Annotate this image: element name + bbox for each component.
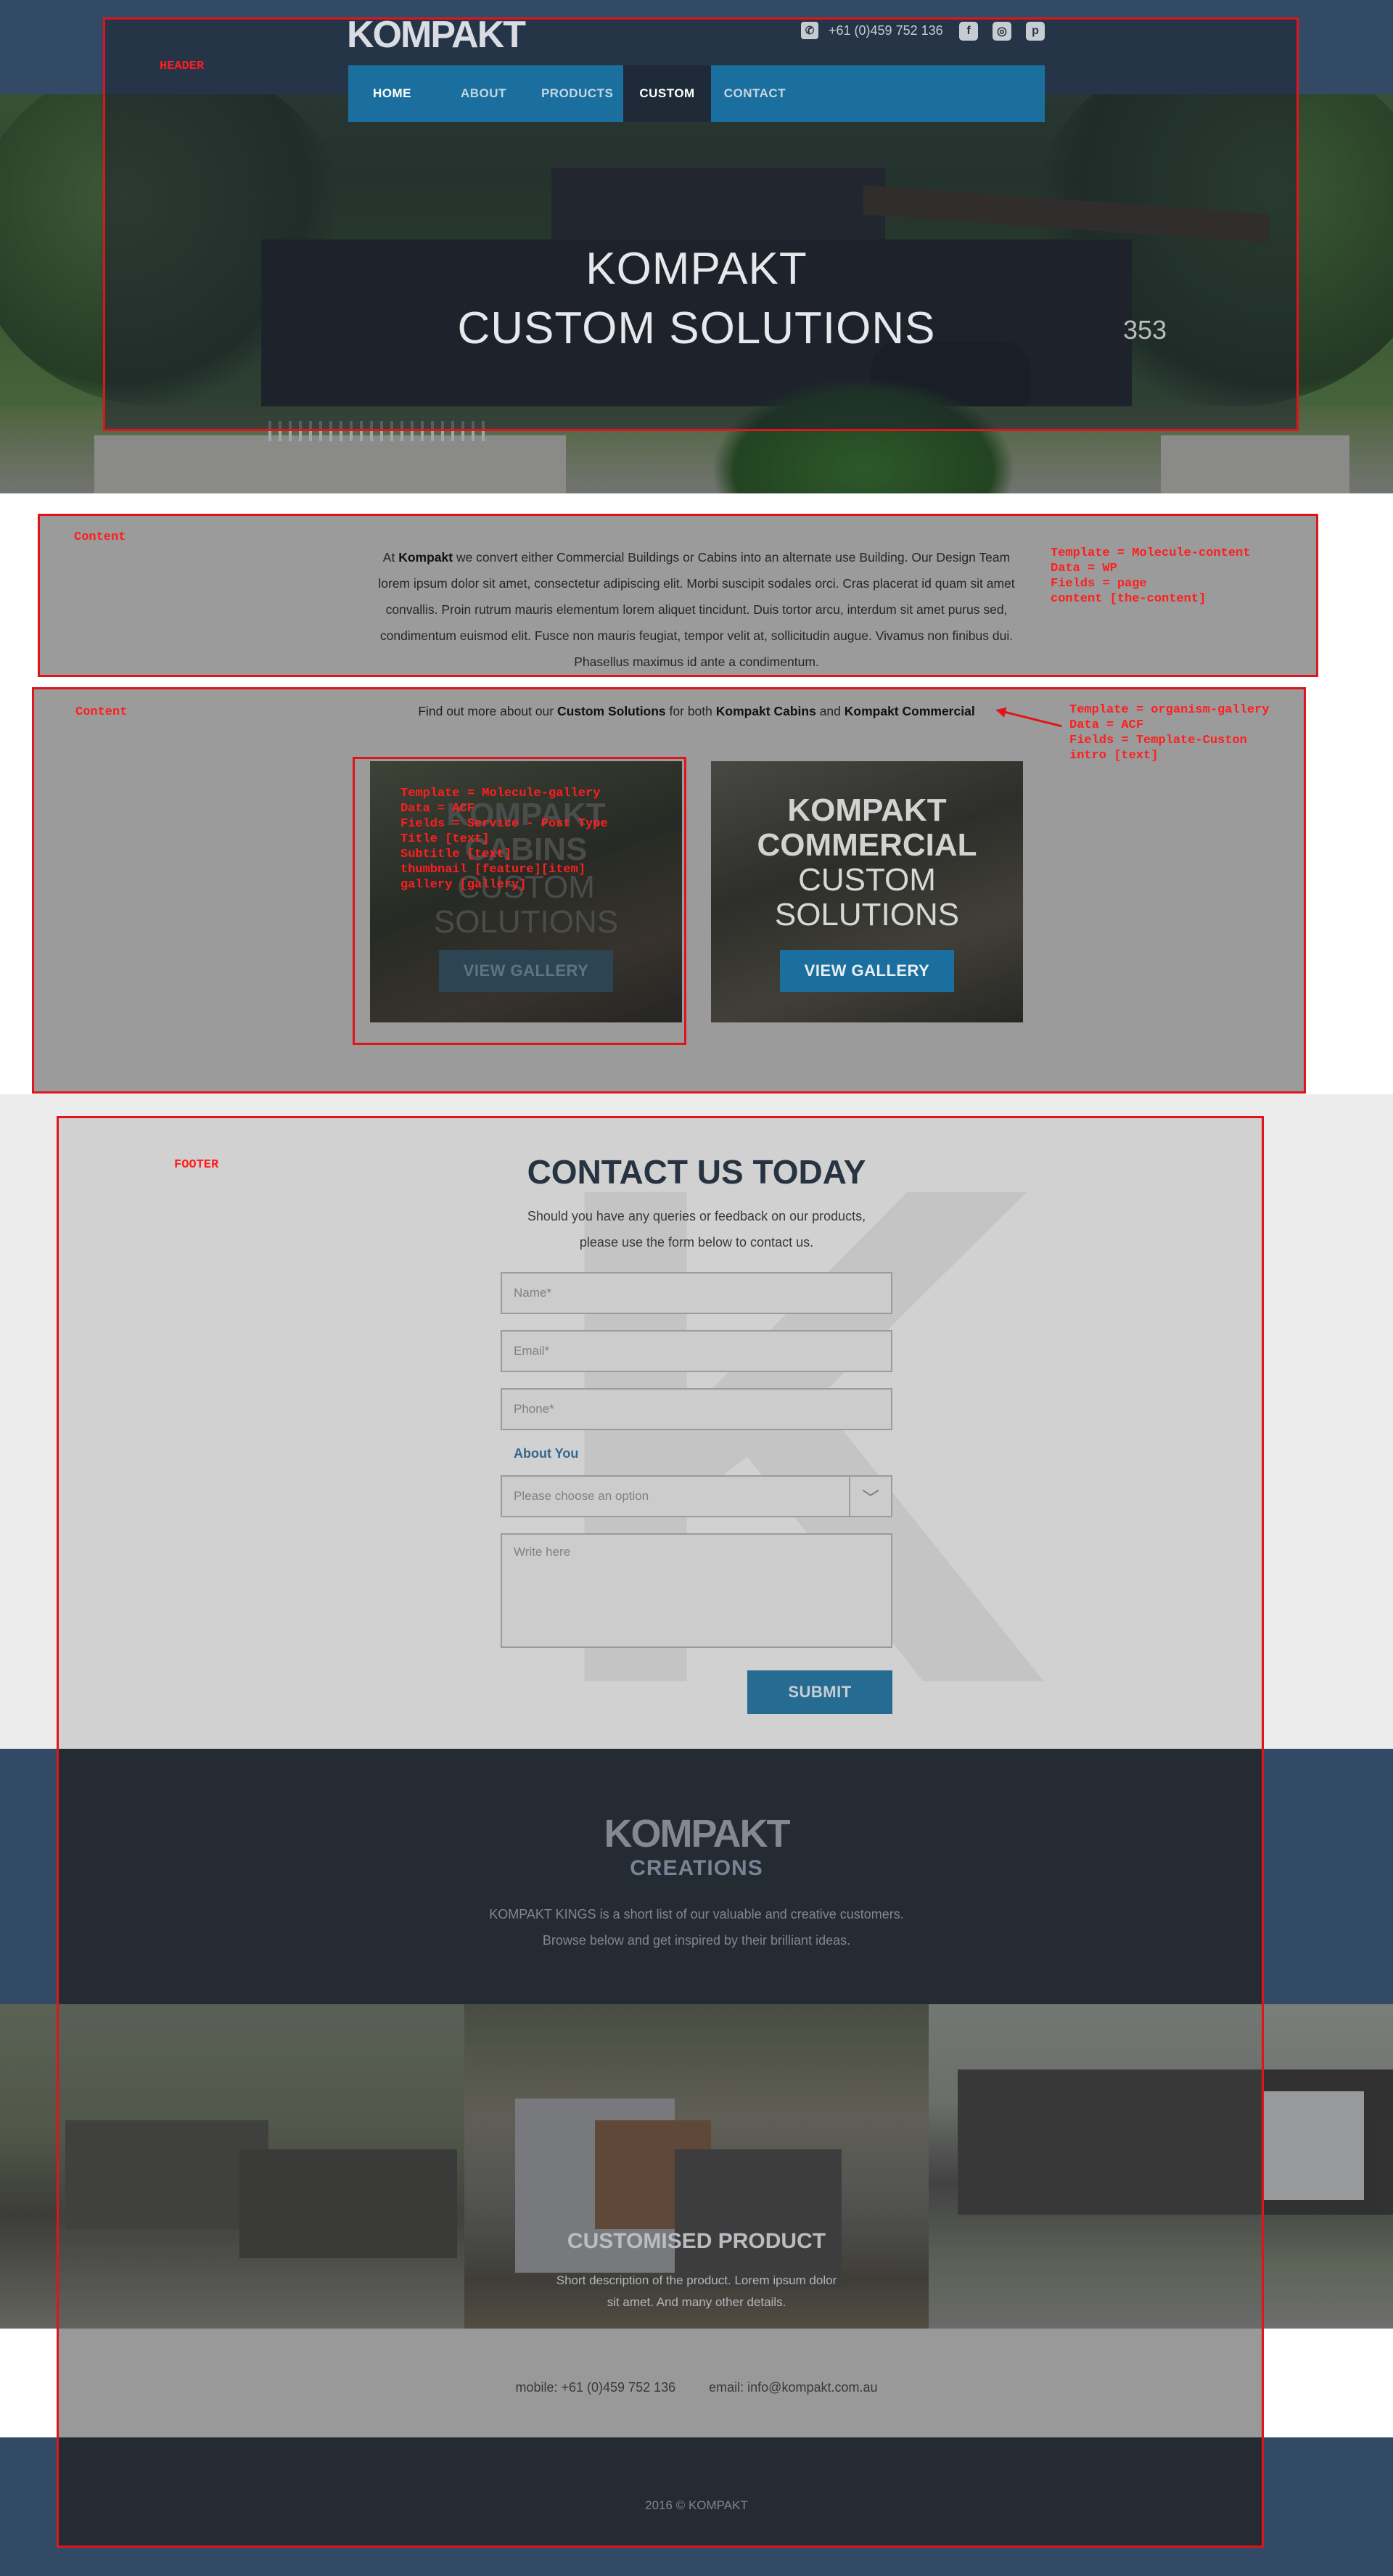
nav-item-home[interactable]: HOME: [348, 65, 436, 122]
intro-pre: At: [382, 550, 399, 565]
findout-commercial: Kompakt Commercial: [844, 704, 975, 718]
content-note-line: Template = Molecule-content: [1051, 546, 1251, 560]
social-links: f ◎ p: [959, 22, 1045, 41]
header-phone[interactable]: ✆ +61 (0)459 752 136: [801, 22, 943, 39]
intro-body: we convert either Commercial Buildings o…: [378, 550, 1015, 669]
card-note-line: thumbnail [feature][item]: [400, 863, 586, 877]
findout-cabins: Kompakt Cabins: [715, 704, 816, 718]
card-note-line: gallery [gallery]: [400, 878, 527, 892]
card-title-line: KOMPAKT: [787, 792, 947, 828]
gallery-card-commercial[interactable]: KOMPAKT COMMERCIAL CUSTOM SOLUTIONS VIEW…: [711, 761, 1023, 1022]
site-logo[interactable]: KOMPAKT: [347, 16, 526, 54]
gallery-card-title: KOMPAKT COMMERCIAL: [711, 793, 1023, 863]
card-note-line: Template = Molecule-gallery: [400, 787, 601, 800]
header-annotation-label: HEADER: [160, 60, 205, 73]
view-gallery-button[interactable]: VIEW GALLERY: [780, 950, 954, 992]
findout-and: and: [815, 704, 845, 718]
content-note-line: Fields = page: [1051, 577, 1147, 591]
gallery-note-line: Data = ACF: [1069, 718, 1144, 732]
intro-brand: Kompakt: [398, 550, 453, 565]
gallery-intro: Find out more about our Custom Solutions…: [0, 704, 1393, 719]
hero-title-line2: CUSTOM SOLUTIONS: [457, 303, 936, 353]
hero-title: KOMPAKT CUSTOM SOLUTIONS: [0, 239, 1393, 358]
hero-title-line1: KOMPAKT: [585, 244, 808, 294]
content-annotation-label: Content: [74, 530, 126, 544]
content-note-line: content [the-content]: [1051, 592, 1207, 606]
nav-item-about[interactable]: ABOUT: [436, 65, 531, 122]
gallery-card-annotation-note: Template = Molecule-gallery Data = ACF F…: [400, 786, 608, 893]
intro-text: At Kompakt we convert either Commercial …: [377, 544, 1016, 675]
footer-annotation-box: [57, 1116, 1264, 2548]
nav-item-contact[interactable]: CONTACT: [711, 65, 799, 122]
facebook-icon[interactable]: f: [959, 22, 978, 41]
header-phone-number: +61 (0)459 752 136: [829, 22, 943, 38]
gallery-card-subtitle: CUSTOM SOLUTIONS: [711, 863, 1023, 932]
instagram-icon[interactable]: ◎: [993, 22, 1011, 41]
gallery-note-line: intro [text]: [1069, 749, 1159, 763]
card-title-line: COMMERCIAL: [757, 827, 977, 863]
nav-item-custom[interactable]: CUSTOM: [623, 65, 711, 122]
content-annotation-note: Template = Molecule-content Data = WP Fi…: [1051, 546, 1250, 607]
card-note-line: Subtitle [text]: [400, 848, 512, 861]
card-note-line: Data = ACF: [400, 802, 475, 816]
card-subtitle-line: SOLUTIONS: [774, 897, 960, 932]
findout-pre: Find out more about our: [418, 704, 557, 718]
phone-icon: ✆: [801, 22, 818, 39]
findout-custom: Custom Solutions: [556, 704, 666, 718]
content-note-line: Data = WP: [1051, 562, 1117, 575]
card-note-line: Title [text]: [400, 832, 490, 846]
footer-annotation-label: FOOTER: [174, 1158, 219, 1172]
card-subtitle-line: CUSTOM: [798, 862, 936, 898]
card-note-line: Fields = Service - Post Type: [400, 817, 608, 831]
house-number: 353: [1123, 316, 1167, 345]
pinterest-icon[interactable]: p: [1026, 22, 1045, 41]
findout-mid: for both: [665, 704, 716, 718]
nav-item-products[interactable]: PRODUCTS: [531, 65, 623, 122]
main-nav: HOME ABOUT PRODUCTS CUSTOM CONTACT: [348, 65, 1045, 122]
gallery-note-line: Fields = Template-Custon: [1069, 734, 1247, 747]
